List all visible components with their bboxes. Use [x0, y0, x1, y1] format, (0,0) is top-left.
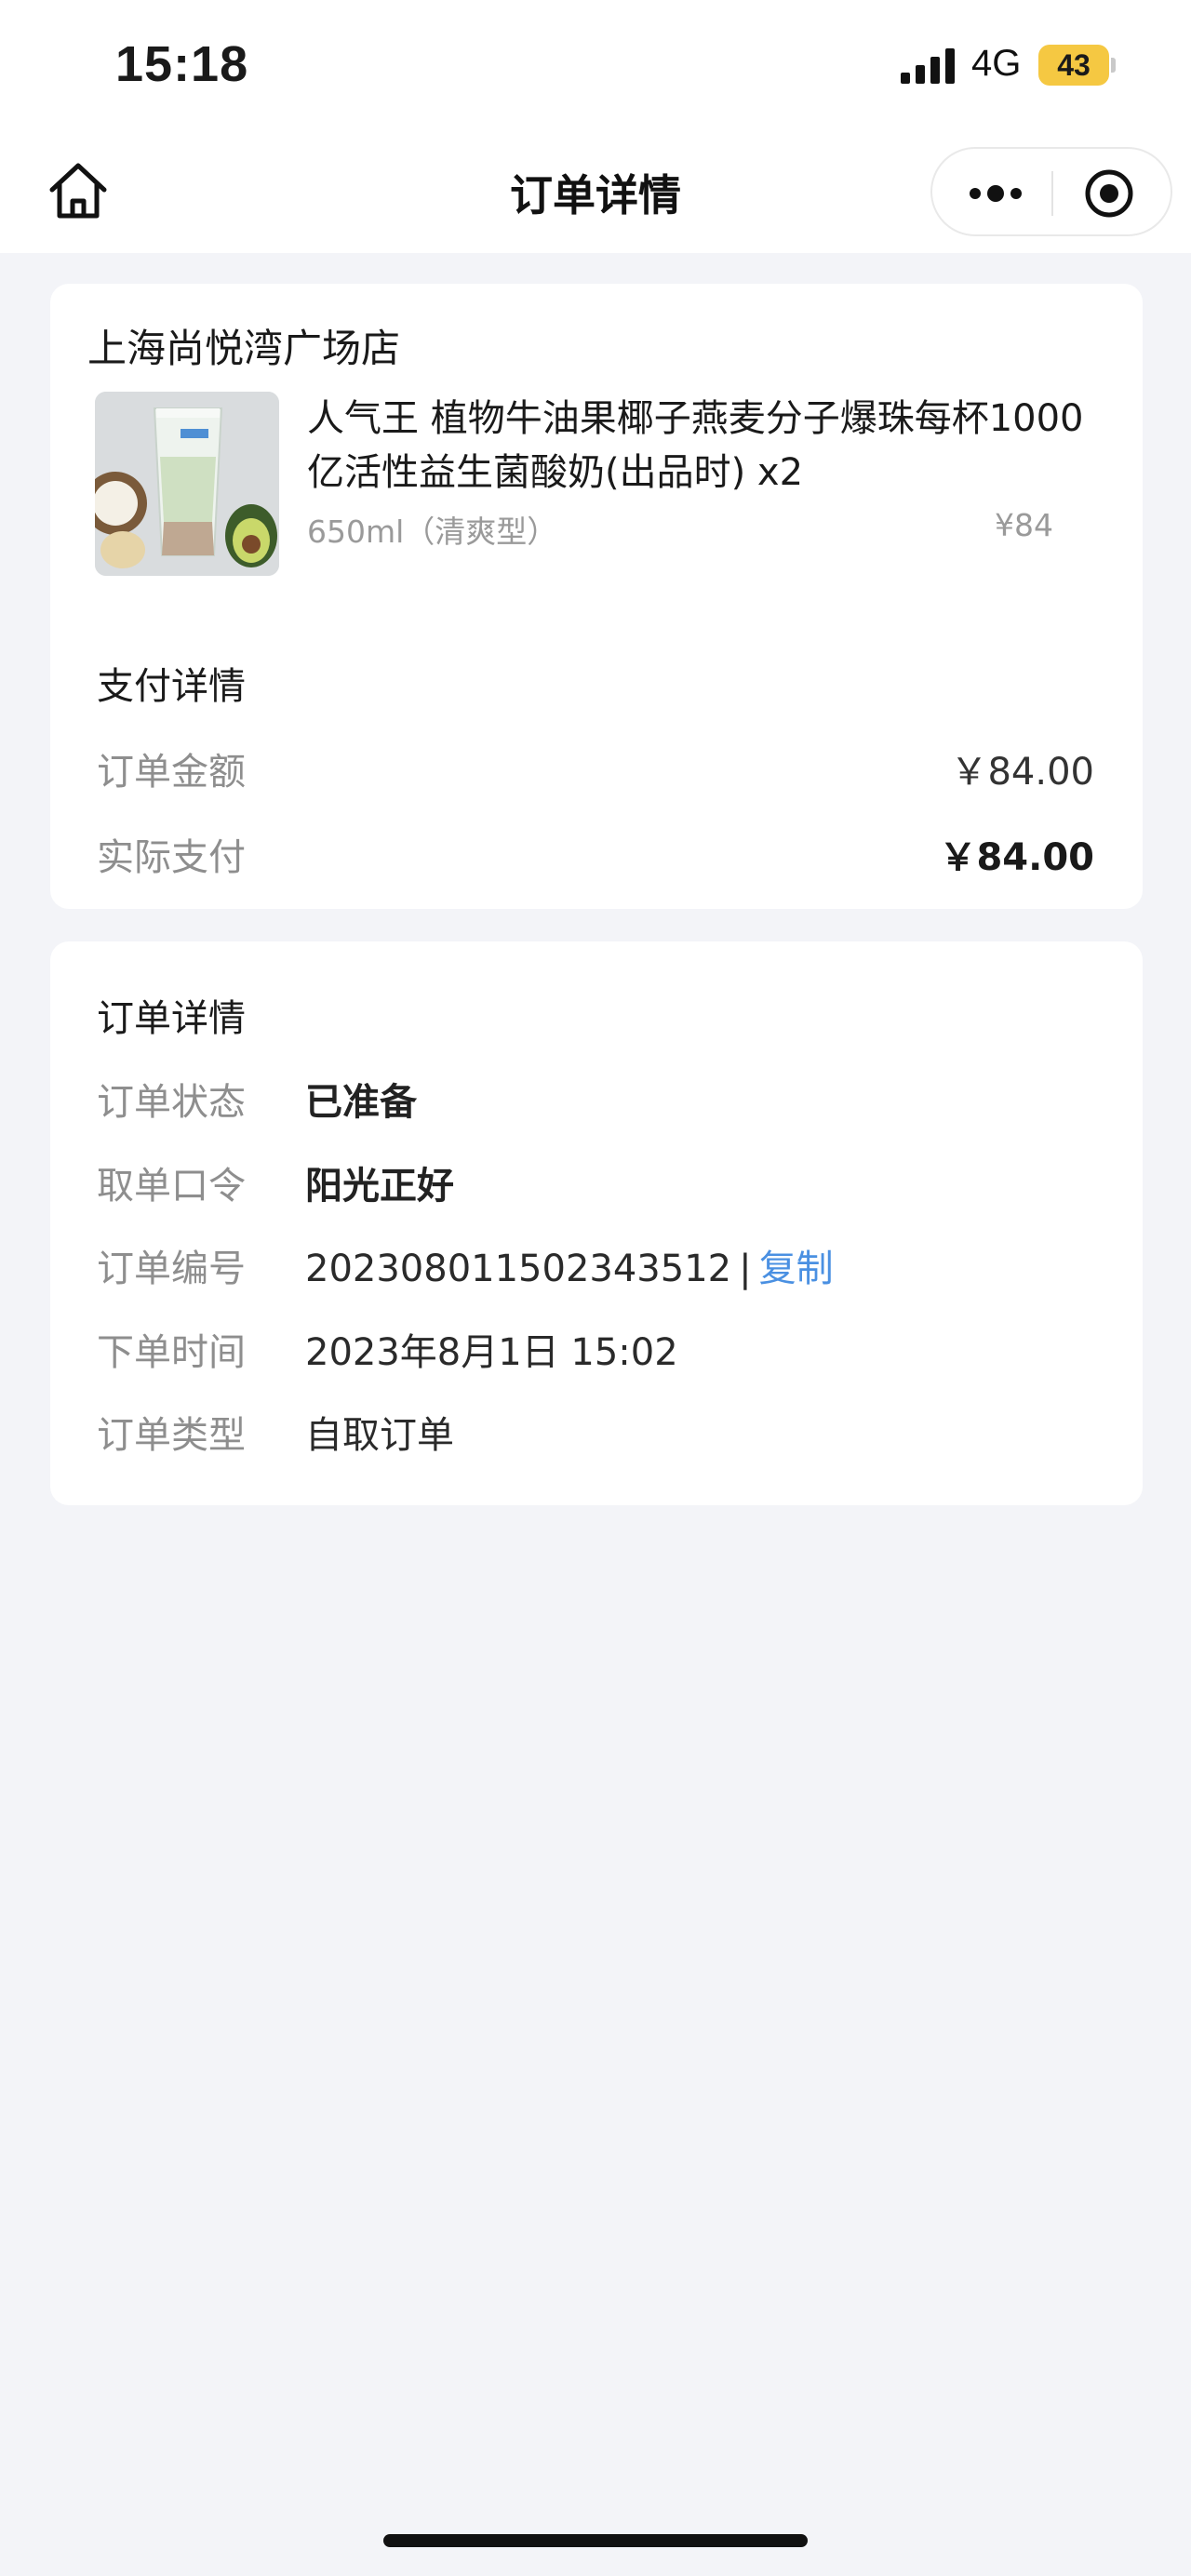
- order-details-card: 订单详情 订单状态 已准备 取单口令 阳光正好 订单编号 20230801150…: [50, 941, 1143, 1505]
- pickup-code-value: 阳光正好: [305, 1165, 454, 1208]
- network-label: 4G: [971, 43, 1022, 84]
- copy-button[interactable]: 复制: [759, 1248, 834, 1290]
- order-number-label: 订单编号: [97, 1248, 246, 1290]
- order-amount-label: 订单金额: [97, 751, 246, 794]
- nav-bar: 订单详情: [0, 140, 1191, 253]
- details-section-title: 订单详情: [97, 997, 246, 1040]
- signal-icon: [901, 48, 955, 84]
- product-image: [95, 392, 279, 576]
- more-icon[interactable]: [966, 177, 1025, 210]
- pickup-code-label: 取单口令: [97, 1165, 246, 1208]
- product-price: ¥84: [995, 507, 1053, 543]
- order-detail-screen: 15:18 4G 43 订单详情 上海尚悦湾广场店 人气王 植物牛油果椰子燕麦分…: [0, 0, 1191, 2576]
- store-name[interactable]: 上海尚悦湾广场店: [87, 317, 400, 374]
- capsule-divider: [1051, 171, 1053, 216]
- battery-icon: 43: [1038, 45, 1109, 86]
- order-status-label: 订单状态: [97, 1081, 246, 1124]
- product-spec: 650ml（清爽型）: [307, 514, 558, 550]
- status-time: 15:18: [115, 36, 249, 92]
- actual-paid-value: ￥84.00: [939, 836, 1094, 879]
- status-bar: 15:18 4G 43: [0, 0, 1191, 140]
- mini-program-capsule: [930, 147, 1172, 236]
- actual-paid-label: 实际支付: [97, 836, 246, 879]
- product-name: 人气王 植物牛油果椰子燕麦分子爆珠每杯1000亿活性益生菌酸奶(出品时) x2: [307, 397, 1084, 494]
- order-number-value: 202308011502343512: [305, 1248, 732, 1290]
- order-status-value: 已准备: [305, 1081, 417, 1124]
- payment-section-title: 支付详情: [97, 665, 246, 708]
- target-icon[interactable]: [1083, 167, 1135, 220]
- order-time-label: 下单时间: [97, 1331, 246, 1374]
- order-summary-card: 上海尚悦湾广场店 人气王 植物牛油果椰子燕麦分子爆珠每杯1000亿活性益生菌酸奶…: [50, 284, 1143, 909]
- battery-cap: [1111, 58, 1116, 73]
- order-amount-value: ￥84.00: [950, 751, 1094, 794]
- home-indicator[interactable]: [383, 2534, 808, 2547]
- order-number-row: 202308011502343512 | 复制: [305, 1238, 834, 1292]
- order-time-value: 2023年8月1日 15:02: [305, 1331, 678, 1374]
- copy-separator: |: [739, 1248, 752, 1290]
- order-type-value: 自取订单: [305, 1414, 454, 1457]
- order-type-label: 订单类型: [97, 1414, 246, 1457]
- battery-level: 43: [1057, 47, 1091, 82]
- product-photo-icon: [95, 392, 279, 576]
